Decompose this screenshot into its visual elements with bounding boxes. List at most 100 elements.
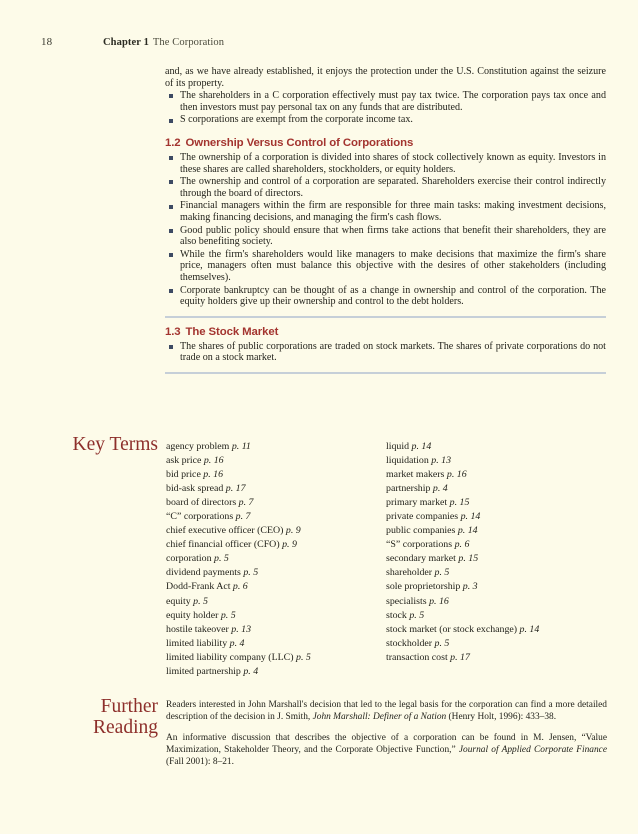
section-end-rule [165,371,606,374]
key-term-page-ref: p. 5 [296,651,311,663]
key-term-page-ref: p. 7 [238,497,254,509]
key-term-page-ref: p. 16 [203,455,224,467]
further-reading-paragraph-2: An informative discussion that describes… [166,733,607,769]
key-term-item: secondary market p. 15 [386,552,606,566]
key-terms-label: Key Terms [8,434,158,455]
key-term-item: primary market p. 15 [386,496,606,510]
further-reading-label: Further Reading [8,696,158,738]
key-term-page-ref: p. 15 [449,497,470,509]
key-term-item: agency problem p. 11 [166,440,386,454]
key-term-name: primary market [386,497,450,509]
key-term-name: liquidation [386,455,432,467]
key-term-item: hostile takeover p. 13 [166,623,386,637]
key-term-page-ref: p. 9 [282,539,297,551]
key-term-page-ref: p. 5 [193,595,208,607]
list-item: The shares of public corporations are tr… [165,341,606,364]
key-term-name: secondary market [386,553,459,565]
key-term-name: public companies [386,525,458,537]
key-term-page-ref: p. 17 [450,651,470,663]
key-term-item: limited liability p. 4 [166,637,386,651]
key-term-page-ref: p. 16 [429,595,449,607]
key-term-name: limited liability [166,637,230,649]
key-term-page-ref: p. 5 [243,567,259,579]
key-term-name: ask price [166,455,204,467]
key-term-page-ref: p. 16 [203,469,224,481]
key-term-item: private companies p. 14 [386,510,606,524]
key-term-name: market makers [386,469,447,481]
key-term-name: chief financial officer (CFO) [166,539,283,551]
key-term-name: “C” corporations [166,511,236,523]
section-1-3-bullet-list: The shares of public corporations are tr… [165,341,606,364]
key-term-item: board of directors p. 7 [166,496,386,510]
key-term-name: chief executive officer (CEO) [166,525,286,537]
section-number: 1.3 [165,325,181,338]
further-reading-paragraph-1: Readers interested in John Marshall's de… [166,700,607,724]
key-term-item: bid-ask spread p. 17 [166,482,386,496]
key-terms-label-text: Key Terms [72,434,158,455]
citation-title: Journal of Applied Corporate Finance [458,744,608,755]
key-term-name: stockholder [386,637,435,649]
key-term-item: dividend payments p. 5 [166,566,386,580]
key-term-item: equity holder p. 5 [166,609,386,623]
key-term-name: stock market (or stock exchange) [386,623,520,635]
key-term-page-ref: p. 5 [434,637,450,649]
further-reading-label-line1: Further [100,696,158,717]
key-term-name: corporation [166,553,214,565]
textbook-page: 18 Chapter 1 The Corporation and, as we ha… [0,0,638,834]
running-head: 18 Chapter 1 The Corporation [41,36,601,48]
key-term-item: bid price p. 16 [166,468,386,482]
list-item: The ownership of a corporation is divide… [165,152,606,175]
key-term-page-ref: p. 5 [220,609,236,621]
key-term-page-ref: p. 6 [232,581,248,593]
section-heading-1-2: 1.2 Ownership Versus Control of Corporati… [165,137,606,149]
key-term-item: chief financial officer (CFO) p. 9 [166,538,386,552]
key-term-name: shareholder [386,567,435,579]
key-term-item: public companies p. 14 [386,524,606,538]
key-term-page-ref: p. 14 [460,511,481,523]
key-term-name: equity holder [166,609,221,621]
key-term-item: sole proprietorship p. 3 [386,580,606,594]
key-term-item: stockholder p. 5 [386,637,606,651]
key-term-name: equity [166,595,194,607]
list-item: Good public policy should ensure that wh… [165,225,606,248]
key-term-name: bid-ask spread [166,483,226,495]
key-term-page-ref: p. 14 [519,623,540,635]
key-term-item: transaction cost p. 17 [386,651,606,665]
section-1-2-bullet-list: The ownership of a corporation is divide… [165,152,606,308]
key-term-page-ref: p. 5 [409,609,425,621]
key-term-page-ref: p. 15 [458,553,479,565]
key-terms-column-2: liquid p. 14 liquidation p. 13 market make… [386,440,606,679]
key-term-item: market makers p. 16 [386,468,606,482]
key-term-item: partnership p. 4 [386,482,606,496]
key-term-item: liquidation p. 13 [386,454,606,468]
key-term-name: agency problem [166,441,232,452]
key-terms-section: agency problem p. 11 ask price p. 16 bid p… [166,440,606,679]
key-term-name: hostile takeover [166,623,232,635]
key-term-name: “S” corporations [386,539,455,551]
section-heading-1-3: 1.3 The Stock Market [165,326,606,338]
key-term-page-ref: p. 13 [231,623,252,635]
key-term-item: ask price p. 16 [166,454,386,468]
key-term-page-ref: p. 6 [454,539,470,551]
key-term-name: limited partnership [166,665,244,677]
key-term-page-ref: p. 17 [225,483,246,495]
key-term-name: bid price [166,469,204,481]
key-term-item: stock market (or stock exchange) p. 14 [386,623,606,637]
key-term-item: Dodd-Frank Act p. 6 [166,580,386,594]
list-item: The ownership and control of a corporati… [165,176,606,199]
key-term-page-ref: p. 14 [457,525,478,537]
key-term-page-ref: p. 5 [434,567,450,579]
key-term-page-ref: p. 4 [229,637,245,649]
key-term-name: liquid [386,441,412,452]
key-term-name: transaction cost [386,651,451,663]
key-term-page-ref: p. 14 [411,441,432,452]
key-term-page-ref: p. 4 [243,665,259,677]
key-term-name: specialists [386,595,430,607]
citation-title: John Marshall: Definer of a Nation [312,711,447,722]
key-term-item: limited partnership p. 4 [166,665,386,679]
key-term-name: dividend payments [166,567,244,579]
list-item: Financial managers within the firm are r… [165,200,606,223]
key-term-item: “C” corporations p. 7 [166,510,386,524]
